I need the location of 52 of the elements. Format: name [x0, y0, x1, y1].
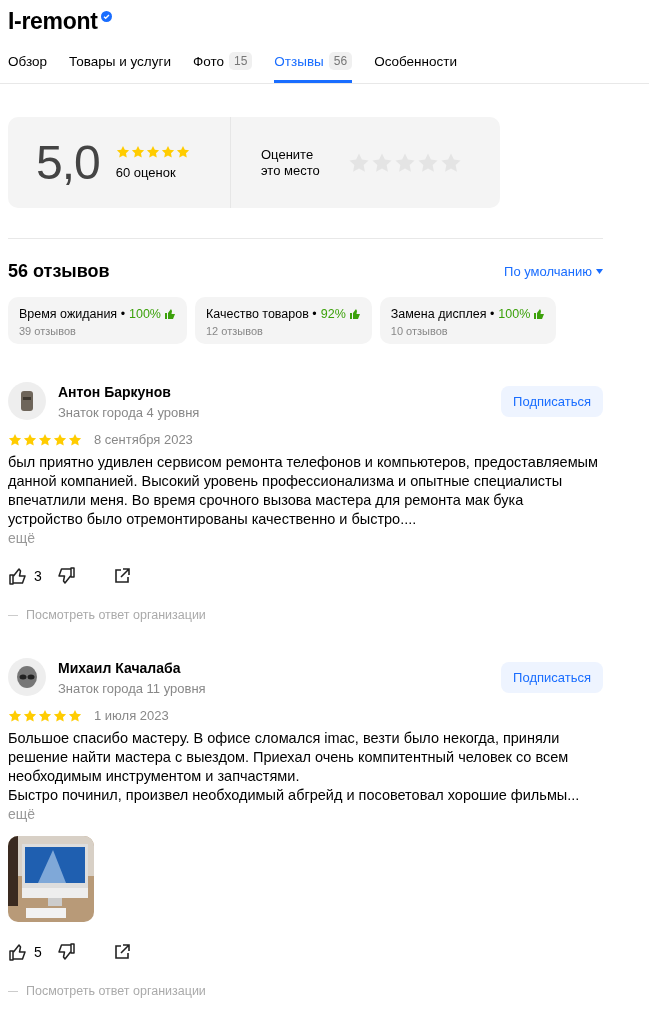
aspect-chip[interactable]: Замена дисплея • 100% 10 отзывов [379, 297, 557, 344]
thumbs-up-icon [165, 309, 175, 319]
count-badge: 56 [328, 52, 353, 70]
reviews-heading: 56 отзывов [8, 261, 110, 282]
aspect-chip[interactable]: Время ожидания • 100% 39 отзывов [8, 297, 187, 344]
star-icon [8, 432, 22, 447]
author-name[interactable]: Михаил Качалаба [58, 660, 490, 676]
review-date: 8 сентября 2023 [94, 432, 193, 447]
review-date: 1 июля 2023 [94, 708, 169, 723]
tab[interactable]: Товары и услуги [69, 50, 171, 83]
thumbs-down-icon[interactable] [55, 566, 76, 586]
star-icon [23, 708, 37, 723]
count-badge: 15 [228, 52, 253, 70]
star-icon [160, 145, 175, 159]
subscribe-button[interactable]: Подписаться [501, 662, 603, 693]
star-icon [53, 432, 67, 447]
star-icon [8, 708, 22, 723]
avatar-icon [8, 382, 46, 420]
star-icon [115, 145, 130, 159]
tab[interactable]: Особенности [374, 50, 458, 83]
thumbs-up-icon [8, 942, 28, 962]
star-icon [38, 432, 52, 447]
star-icon [175, 145, 190, 159]
caret-icon [596, 269, 603, 274]
star-icon [23, 432, 37, 447]
author-level: Знаток города 11 уровня [58, 681, 207, 696]
review-text: был приятно удивлен сервисом ремонта телефонов и компьютеров, предоставляемым данной компанией. Высокий уровень профессионализма и опытные специалисты впечатлили меня. Во время срочного вызова мастера для ремонта мак бука устройство было отремонтированы качественно и быстро.... [8, 453, 598, 529]
aspect-chip[interactable]: Качество товаров • 92% 12 отзывов [195, 297, 372, 344]
star-icon [68, 708, 82, 723]
like-button[interactable]: 3 [8, 566, 42, 586]
subscribe-button[interactable]: Подписаться [501, 386, 603, 417]
star-icon [145, 145, 160, 159]
thumbs-up-icon [534, 309, 545, 319]
rating-score: 5,0 [36, 135, 100, 190]
page-title: I-remont [8, 8, 98, 35]
star-icon [68, 432, 82, 447]
rate-prompt: Оцените это место [261, 146, 320, 179]
star-icon [53, 708, 67, 723]
thumbs-down-icon[interactable] [55, 942, 76, 962]
author-name[interactable]: Антон Баркунов [58, 384, 490, 400]
ratings-count: 60 оценок [115, 165, 177, 180]
thumbs-up-icon [8, 566, 28, 586]
tab[interactable]: Обзор [8, 50, 47, 83]
star-icon [130, 145, 145, 159]
sort-dropdown[interactable]: По умолчанию [504, 264, 603, 279]
avatar-icon [8, 658, 46, 696]
review-text: Большое спасибо мастеру. В офисе сломался imac, везти было некогда, приняли решение найти мастера с выездом. Приехал очень компитентный человек со всем необходимым инструментом и запчастями. Быстро починил, произвел необходимый абгрейд и посоветовал хорошие фильмы... [8, 729, 581, 805]
thumbs-up-icon [349, 309, 360, 319]
tab[interactable]: Фото 15 [192, 50, 253, 83]
star-icon [38, 708, 52, 723]
like-button[interactable]: 5 [8, 942, 42, 962]
author-level: Знаток города 4 уровня [58, 405, 201, 420]
